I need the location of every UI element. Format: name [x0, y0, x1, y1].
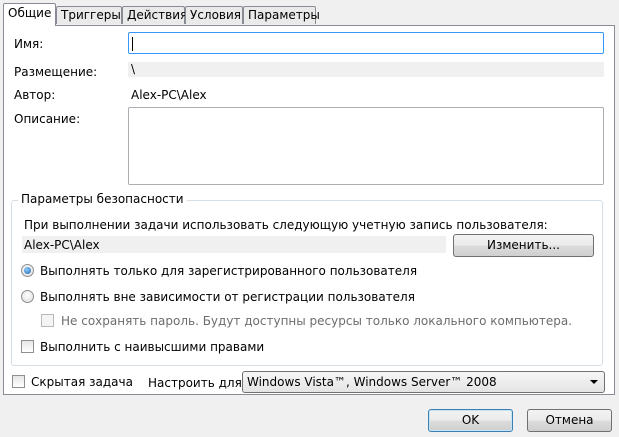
- configure-for-select[interactable]: Windows Vista™, Windows Server™ 2008: [242, 371, 605, 393]
- checkbox-hidden-task[interactable]: [12, 375, 25, 388]
- checkbox-run-highest-privileges-label[interactable]: Выполнить с наивысшими правами: [40, 340, 264, 354]
- configure-for-label: Настроить для:: [148, 376, 246, 390]
- change-user-button[interactable]: Изменить...: [453, 234, 594, 257]
- cancel-button[interactable]: Отмена: [527, 409, 612, 432]
- name-input[interactable]: [128, 32, 604, 54]
- checkbox-do-not-store-password-label[interactable]: Не сохранять пароль. Будут доступны ресу…: [61, 314, 572, 328]
- text-caret: [132, 37, 133, 51]
- tab-settings[interactable]: Параметры: [243, 6, 320, 24]
- checkbox-run-highest-privileges[interactable]: [21, 340, 34, 353]
- checkbox-hidden-task-label[interactable]: Скрытая задача: [31, 375, 133, 389]
- author-label: Автор:: [14, 88, 56, 102]
- security-group-title: Параметры безопасности: [18, 192, 187, 206]
- account-prompt: При выполнении задачи использовать следу…: [24, 218, 548, 232]
- tab-triggers[interactable]: Триггеры: [56, 6, 122, 24]
- checkbox-do-not-store-password[interactable]: [41, 314, 54, 327]
- radio-run-whether-logged-on[interactable]: [21, 290, 34, 303]
- radio-run-logged-on[interactable]: [21, 264, 34, 277]
- description-label: Описание:: [14, 112, 81, 126]
- account-value: Alex-PC\Alex: [24, 238, 100, 252]
- name-label: Имя:: [14, 37, 44, 51]
- location-field: [128, 62, 604, 77]
- location-value: \: [131, 62, 136, 76]
- radio-selected-dot: [24, 267, 31, 274]
- configure-for-value: Windows Vista™, Windows Server™ 2008: [247, 375, 497, 389]
- chevron-down-icon: [590, 380, 598, 384]
- description-textarea[interactable]: [128, 107, 604, 185]
- tab-conditions[interactable]: Условия: [185, 6, 243, 24]
- author-value: Alex-PC\Alex: [131, 88, 207, 102]
- tab-actions[interactable]: Действия: [122, 6, 187, 24]
- location-label: Размещение:: [14, 65, 98, 79]
- radio-run-whether-logged-on-label[interactable]: Выполнять вне зависимости от регистрации…: [40, 290, 415, 304]
- tab-general[interactable]: Общие: [3, 3, 56, 26]
- radio-run-logged-on-label[interactable]: Выполнять только для зарегистрированного…: [40, 264, 417, 278]
- ok-button[interactable]: OK: [428, 409, 513, 432]
